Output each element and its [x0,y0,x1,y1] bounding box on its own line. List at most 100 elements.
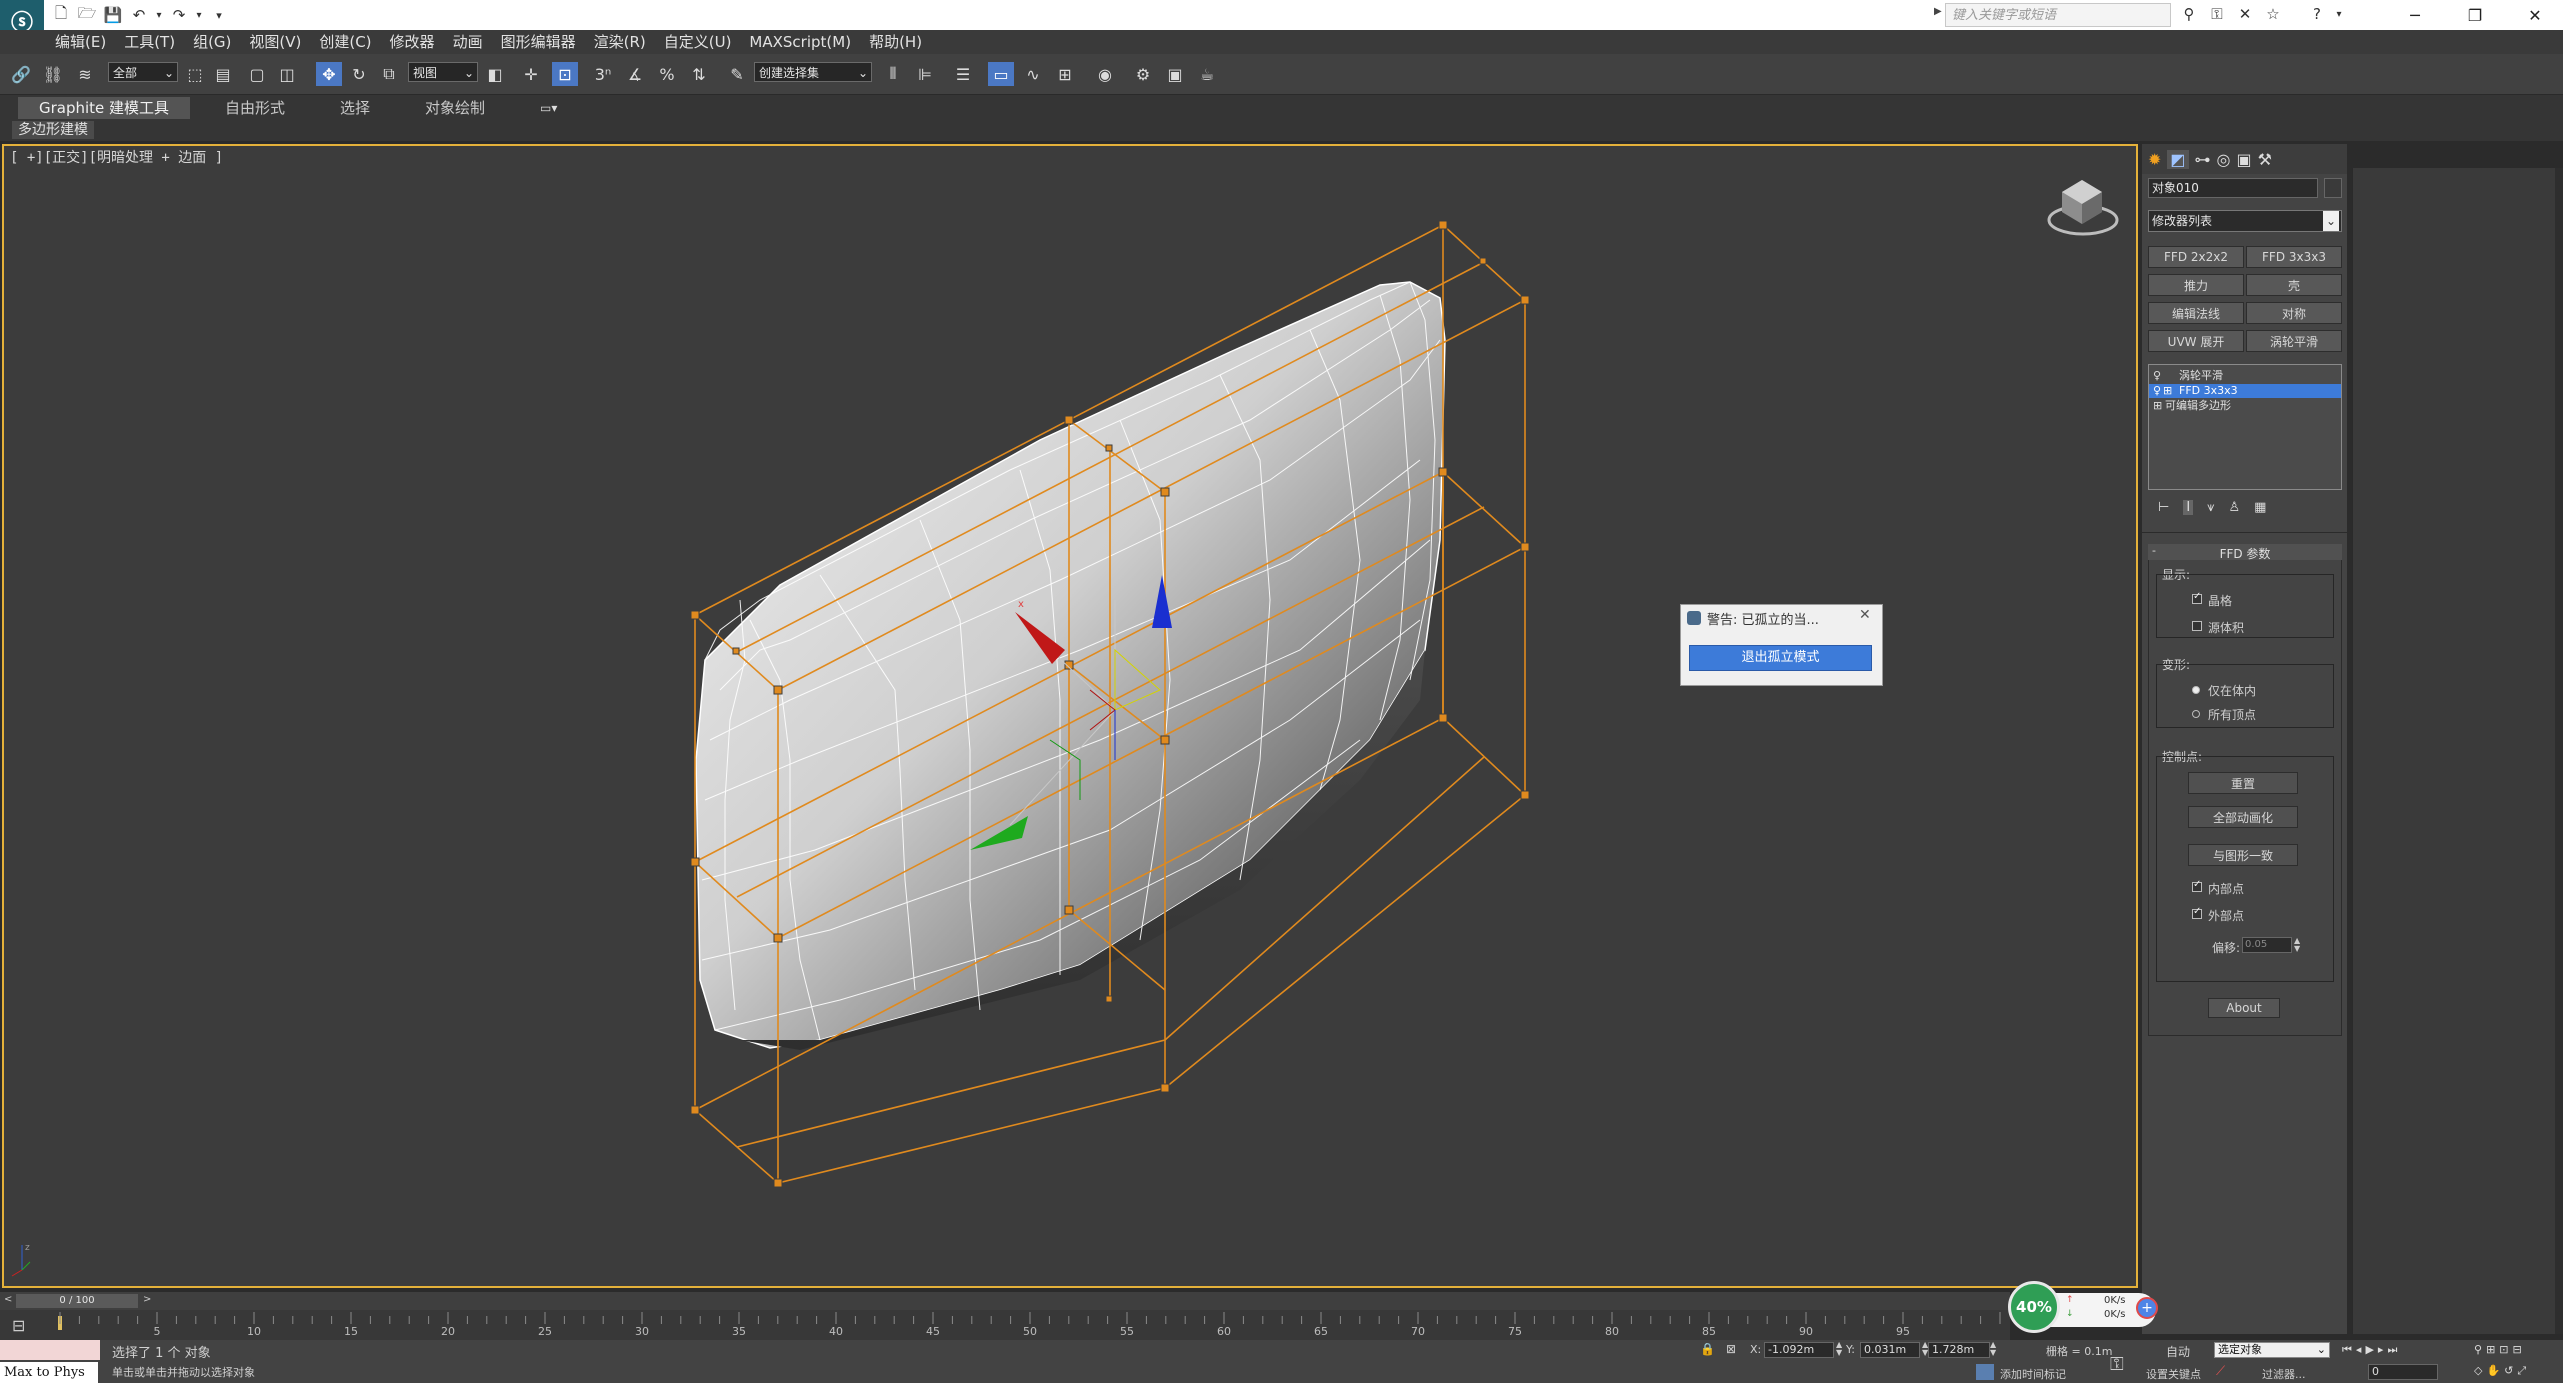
view-cube-icon[interactable] [2047,180,2119,236]
x-coordinate-field[interactable]: -1.092m [1764,1342,1834,1358]
orbit-icon[interactable]: ↺ [2504,1364,2513,1378]
script-listener-output[interactable]: Max to Phys [0,1362,98,1383]
source-volume-checkbox[interactable] [2192,621,2202,631]
make-unique-icon[interactable]: ⩛ [2207,500,2214,515]
time-slider[interactable]: < 0 / 100 > [0,1292,2010,1310]
offset-input[interactable]: 0.05 [2242,937,2292,953]
z-coordinate-field[interactable]: 1.728m [1928,1342,1990,1358]
frame-counter[interactable]: 0 / 100 [16,1294,138,1308]
shell-button[interactable]: 壳 [2246,274,2342,296]
offset-spinner-icon[interactable]: ▲ ▼ [2294,937,2300,953]
go-to-end-icon[interactable]: ⏭ [2387,1343,2397,1357]
zoom-all-icon[interactable]: ⊞ [2486,1343,2495,1356]
stack-item-selected[interactable]: ♀ ⊞ FFD 3x3x3 [2149,384,2341,398]
uvw-unwrap-button[interactable]: UVW 展开 [2148,330,2244,352]
expand-plus-icon[interactable]: ⊞ [2163,384,2172,398]
outside-points-checkbox[interactable]: ✓ [2192,906,2202,919]
panel-scrollbar[interactable] [2555,168,2563,1334]
isolate-warning-dialog: 警告: 已孤立的当... ✕ 退出孤立模式 [1680,604,1883,686]
zoom-extents-all-icon[interactable]: ⊟ [2513,1343,2522,1356]
remove-modifier-icon[interactable]: ♙ [2229,500,2241,515]
lattice-label: 晶格 [2208,594,2233,608]
object-color-swatch[interactable] [2324,178,2342,198]
all-vertices-radio[interactable] [2192,710,2200,718]
track-tick-label: 60 [1217,1325,1231,1338]
light-bulb-icon[interactable]: ♀ [2153,384,2161,398]
key-filters-button[interactable]: 过滤器... [2262,1366,2306,1382]
absolute-mode-icon[interactable]: ⊠ [1726,1342,1736,1356]
close-icon[interactable]: ✕ [1859,607,1871,623]
key-icon[interactable]: ⚿ [2110,1354,2124,1375]
key-mode-select[interactable]: 选定对象 ⌄ [2214,1342,2330,1358]
next-frame-icon[interactable]: ▸ [2378,1343,2384,1357]
previous-frame-icon[interactable]: ◂ [2356,1343,2362,1357]
ffd-2x2x2-button[interactable]: FFD 2x2x2 [2148,246,2244,268]
exit-isolation-button[interactable]: 退出孤立模式 [1689,645,1872,671]
modifier-stack[interactable]: ♀ 涡轮平滑 ♀ ⊞ FFD 3x3x3 ⊞ 可编辑多边形 [2148,364,2342,490]
track-tick-label: 95 [1896,1325,1910,1338]
play-icon[interactable]: ▶ [2365,1343,2373,1357]
utilities-tab-icon[interactable]: ⚒ [2258,150,2272,169]
download-arrow-icon: ↓ [2066,1309,2074,1319]
stack-item[interactable]: ♀ 涡轮平滑 [2149,369,2341,383]
conform-to-shape-button[interactable]: 与图形一致 [2188,844,2298,866]
animate-all-button[interactable]: 全部动画化 [2188,806,2298,828]
command-panel: ✹ ◩ ⊶ ◎ ▣ ⚒ 对象010 修改器列表 ⌄ FFD 2x2x2 FFD 3… [2142,144,2347,1334]
configure-modifier-sets-icon[interactable]: ▦ [2254,500,2266,515]
zoom-extents-icon[interactable]: ⊡ [2499,1343,2508,1356]
display-tab-icon[interactable]: ▣ [2237,150,2252,169]
edit-normals-button[interactable]: 编辑法线 [2148,302,2244,324]
motion-tab-icon[interactable]: ◎ [2217,150,2231,169]
key-filter-icon[interactable]: ⟋ [2216,1364,2225,1379]
turbosmooth-button[interactable]: 涡轮平滑 [2246,330,2342,352]
track-tick-label: 85 [1702,1325,1716,1338]
track-tick-label: 10 [247,1325,261,1338]
track-tick-label: 90 [1799,1325,1813,1338]
track-tick-label: 50 [1023,1325,1037,1338]
reset-button[interactable]: 重置 [2188,772,2298,794]
checkmark-icon: ✓ [2193,906,2202,917]
about-button[interactable]: About [2208,998,2280,1018]
stack-item[interactable]: ⊞ 可编辑多边形 [2149,399,2341,413]
y-label-text: Y: [1846,1343,1855,1356]
push-button[interactable]: 推力 [2148,274,2244,296]
pin-stack-icon[interactable]: ⊢ [2158,500,2169,515]
set-key-button[interactable]: 设置关键点 [2146,1366,2201,1382]
z-spinner-icon[interactable]: ▲ ▼ [1990,1341,1996,1357]
lock-selection-icon[interactable]: 🔒 [1700,1342,1715,1356]
time-tag-icon[interactable] [1976,1364,1994,1380]
show-end-result-icon[interactable]: Ι [2183,500,2194,515]
auto-key-button[interactable]: 自动 [2166,1343,2190,1360]
add-plus-icon[interactable]: + [2136,1297,2158,1319]
light-bulb-icon[interactable]: ♀ [2153,369,2161,383]
maxscript-listener-mini[interactable] [0,1340,100,1360]
pan-icon[interactable]: ✋ [2486,1364,2500,1378]
download-speed: 0K/s [2104,1309,2126,1320]
x-spinner-icon[interactable]: ▲ ▼ [1836,1341,1842,1357]
y-coordinate-field[interactable]: 0.031m [1860,1342,1920,1358]
memory-percent-badge[interactable]: 40% [2008,1281,2060,1333]
grid-size: 栅格 = 0.1m [2046,1345,2113,1358]
expand-plus-icon[interactable]: ⊞ [2153,399,2162,413]
stack-item-label: 涡轮平滑 [2179,369,2223,382]
only-in-volume-radio[interactable] [2192,686,2200,694]
inside-points-checkbox[interactable]: ✓ [2192,879,2202,892]
field-of-view-icon[interactable]: ◇ [2474,1364,2482,1378]
zoom-icon[interactable]: ⚲ [2474,1343,2482,1356]
go-to-start-icon[interactable]: ⏮ [2342,1343,2352,1357]
next-frame-icon[interactable]: > [143,1294,151,1305]
viewport-nav-controls-2: ◇ ✋ ↺ ⤢ [2474,1364,2526,1378]
rollout-header[interactable]: - FFD 参数 [2148,544,2342,561]
hierarchy-tab-icon[interactable]: ⊶ [2195,150,2211,169]
symmetry-button[interactable]: 对称 [2246,302,2342,324]
prev-frame-icon[interactable]: < [4,1294,12,1305]
create-tab-icon[interactable]: ✹ [2148,150,2161,169]
ffd-3x3x3-button[interactable]: FFD 3x3x3 [2246,246,2342,268]
modify-tab-icon[interactable]: ◩ [2167,149,2189,169]
current-frame-field[interactable]: 0 [2368,1364,2438,1380]
object-name-field[interactable]: 对象010 [2148,178,2318,198]
maximize-viewport-icon[interactable]: ⤢ [2517,1364,2526,1378]
lattice-checkbox[interactable]: ✓ [2192,591,2202,604]
modifier-list-select[interactable]: 修改器列表 ⌄ [2148,210,2342,232]
add-time-tag[interactable]: 添加时间标记 [2000,1366,2066,1382]
